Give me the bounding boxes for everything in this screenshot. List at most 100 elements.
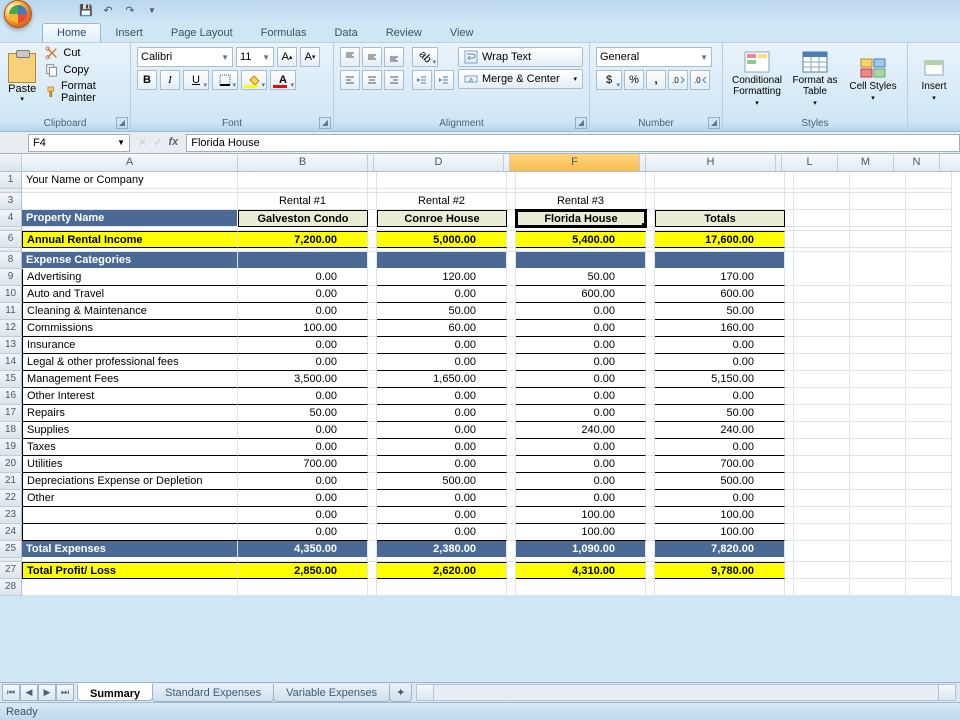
cell[interactable] [906, 405, 952, 422]
cell[interactable] [906, 320, 952, 337]
cell[interactable] [906, 473, 952, 490]
cell[interactable] [785, 388, 794, 405]
cell[interactable]: 170.00 [655, 269, 785, 286]
cell[interactable] [794, 579, 850, 596]
cell[interactable]: 0.00 [655, 354, 785, 371]
formula-input[interactable]: Florida House [186, 134, 960, 152]
cell[interactable]: 50.00 [516, 269, 646, 286]
cell[interactable]: 0.00 [238, 439, 368, 456]
cell[interactable]: 0.00 [238, 354, 368, 371]
cell[interactable] [785, 541, 794, 558]
cell[interactable] [368, 490, 377, 507]
cell[interactable] [368, 456, 377, 473]
cell[interactable] [850, 320, 906, 337]
row-header[interactable]: 17 [0, 405, 22, 422]
cell[interactable] [646, 193, 655, 210]
cell[interactable] [794, 388, 850, 405]
cell[interactable] [785, 193, 794, 210]
cell[interactable] [785, 473, 794, 490]
cell[interactable]: 0.00 [516, 303, 646, 320]
row-header[interactable]: 13 [0, 337, 22, 354]
cell[interactable]: 17,600.00 [655, 231, 785, 248]
cell[interactable] [794, 507, 850, 524]
row-header[interactable]: 15 [0, 371, 22, 388]
cell[interactable]: Annual Rental Income [22, 231, 238, 248]
decrease-decimal-button[interactable]: .0 [690, 70, 710, 90]
cell[interactable] [794, 405, 850, 422]
tab-prev-icon[interactable]: ◀ [20, 684, 38, 701]
cell[interactable]: 100.00 [238, 320, 368, 337]
cell[interactable] [516, 252, 646, 269]
row-header[interactable]: 19 [0, 439, 22, 456]
cell[interactable] [646, 286, 655, 303]
cell[interactable] [794, 490, 850, 507]
row-header[interactable]: 10 [0, 286, 22, 303]
tab-last-icon[interactable]: ⏭ [56, 684, 74, 701]
row-header[interactable]: 21 [0, 473, 22, 490]
cell[interactable] [646, 490, 655, 507]
cell[interactable] [850, 439, 906, 456]
cell[interactable]: Auto and Travel [22, 286, 238, 303]
cell[interactable]: 5,000.00 [377, 231, 507, 248]
cell[interactable] [794, 193, 850, 210]
cell[interactable] [507, 507, 516, 524]
tab-insert[interactable]: Insert [101, 24, 157, 42]
cell[interactable]: Supplies [22, 422, 238, 439]
conditional-formatting-button[interactable]: Conditional Formatting▾ [729, 47, 785, 111]
cell[interactable] [22, 579, 238, 596]
row-header[interactable]: 16 [0, 388, 22, 405]
cell[interactable] [785, 337, 794, 354]
cell[interactable] [785, 354, 794, 371]
cell[interactable]: 50.00 [655, 405, 785, 422]
cell[interactable] [507, 303, 516, 320]
comma-button[interactable]: , [646, 70, 666, 90]
cell[interactable] [794, 320, 850, 337]
qat-dropdown-icon[interactable]: ▼ [144, 2, 160, 18]
row-header[interactable]: 11 [0, 303, 22, 320]
cell[interactable]: 0.00 [377, 286, 507, 303]
cell[interactable] [785, 579, 794, 596]
cell[interactable] [646, 541, 655, 558]
cell[interactable] [794, 286, 850, 303]
cell[interactable] [906, 388, 952, 405]
cell[interactable]: 240.00 [516, 422, 646, 439]
cell[interactable] [377, 579, 507, 596]
cell[interactable] [507, 172, 516, 189]
cell[interactable]: 9,780.00 [655, 562, 785, 579]
cell[interactable] [906, 524, 952, 541]
underline-button[interactable]: U▾ [183, 70, 209, 90]
col-header-B[interactable]: B [238, 154, 368, 171]
border-button[interactable]: ▾ [212, 70, 238, 90]
cell[interactable] [906, 172, 952, 189]
cell[interactable] [785, 286, 794, 303]
cell[interactable]: 4,350.00 [238, 541, 368, 558]
cell[interactable]: 50.00 [655, 303, 785, 320]
cell[interactable] [906, 579, 952, 596]
cell[interactable] [850, 172, 906, 189]
cell[interactable] [646, 579, 655, 596]
cell[interactable]: 7,200.00 [238, 231, 368, 248]
worksheet-grid[interactable]: ABDFHLMN 1Your Name or Company3Rental #1… [0, 154, 960, 596]
col-header-H[interactable]: H [646, 154, 776, 171]
tab-formulas[interactable]: Formulas [247, 24, 321, 42]
row-header[interactable]: 12 [0, 320, 22, 337]
cell[interactable] [794, 269, 850, 286]
horizontal-scrollbar[interactable] [416, 684, 956, 701]
cell[interactable]: 7,820.00 [655, 541, 785, 558]
cell[interactable] [507, 320, 516, 337]
cell[interactable] [850, 354, 906, 371]
cell[interactable] [850, 562, 906, 579]
cell[interactable] [850, 286, 906, 303]
cell[interactable]: Management Fees [22, 371, 238, 388]
decrease-indent-button[interactable] [412, 70, 432, 90]
col-header-L[interactable]: L [782, 154, 838, 171]
cell[interactable]: Total Expenses [22, 541, 238, 558]
cell[interactable]: 0.00 [655, 388, 785, 405]
cell[interactable] [368, 473, 377, 490]
cell[interactable]: 0.00 [377, 354, 507, 371]
cell[interactable]: 4,310.00 [516, 562, 646, 579]
cell[interactable]: 0.00 [377, 388, 507, 405]
cell[interactable]: 0.00 [655, 439, 785, 456]
cell[interactable]: 3,500.00 [238, 371, 368, 388]
cell[interactable]: 0.00 [238, 286, 368, 303]
